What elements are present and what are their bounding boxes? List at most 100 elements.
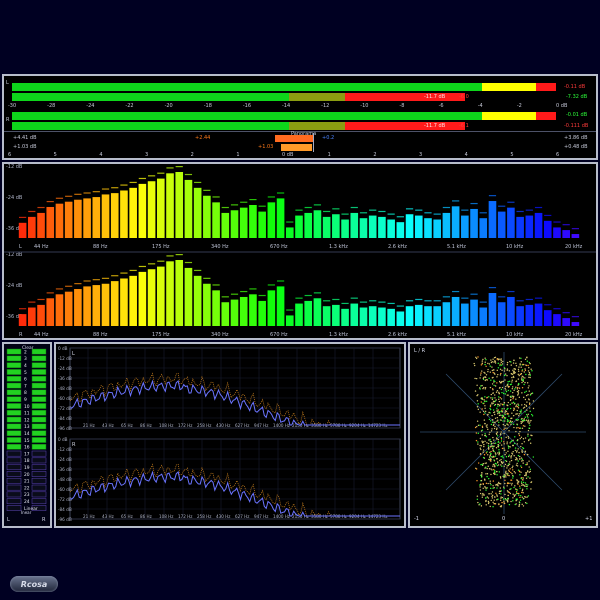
spectrum-bottom-bar [451,296,460,326]
balance-scale-label: 3 [145,152,149,158]
goniometer-point [506,394,508,396]
goniometer-point [493,459,495,461]
spectrum-bottom-bar [359,307,368,326]
goniometer-point [488,458,490,461]
spectrum-top-bar [110,193,119,238]
goniometer-point [512,469,514,471]
fft-freq-label: 172 Hz [178,423,192,428]
goniometer-point [528,390,530,392]
goniometer-point [504,393,507,395]
spectrum-top-bar [46,206,55,238]
goniometer-point [520,361,522,363]
goniometer-point [507,474,509,476]
spectrum-bottom-peak [433,300,441,302]
goniometer-point [520,477,523,480]
goniometer-point [511,373,514,376]
spectrum-top-bar [147,181,156,238]
spectrum-top-bar [267,202,276,238]
goniometer-point [524,437,527,439]
goniometer-point [521,491,523,494]
spectrum-bottom-peak [65,285,73,287]
goniometer-point [492,392,494,395]
goniometer-point [481,370,483,372]
goniometer-point [504,420,506,422]
goniometer-point [529,424,531,427]
goniometer-point [501,417,503,419]
goniometer-point [498,411,501,413]
goniometer-point [520,379,523,381]
spectrum-top-peak [194,181,202,184]
goniometer-point [499,499,502,501]
goniometer-point [512,497,514,499]
goniometer-point [499,442,501,444]
goniometer-point [511,482,513,485]
goniometer-point [490,430,493,432]
goniometer-point [492,450,494,452]
goniometer-point [488,477,490,480]
correlation-cell-right [31,443,47,450]
l-meter-yellow [482,83,536,91]
spectrum-bottom-bar [368,306,377,326]
goniometer-point [490,499,492,502]
goniometer-point [481,398,484,400]
goniometer-point [494,442,497,444]
goniometer-point [493,439,495,441]
balance-scale-label: 5 [510,152,514,158]
spectrum-top-bar [28,216,36,238]
spectrum-top-bar [479,218,488,238]
spectrum-top-bar [295,215,303,238]
spectrum-bottom-bar [276,286,285,326]
goniometer-point [521,427,524,429]
goniometer-point [491,403,493,405]
goniometer-point [485,452,488,454]
spectrum-bottom-peak [396,305,404,307]
goniometer-point [482,487,484,490]
goniometer-title: L / R [414,348,426,354]
goniometer-point [498,412,501,414]
spectrum-bottom-peak [562,312,570,314]
spectrum-bottom-bar [166,261,174,326]
balance-bar-top [275,135,314,142]
goniometer-point [520,481,523,483]
goniometer-point [501,462,504,465]
goniometer-point [517,368,520,371]
goniometer-point [513,426,515,429]
spectrum-top-bar [497,211,506,238]
goniometer-point [498,492,501,495]
goniometer-point [504,427,506,429]
goniometer-point [523,441,526,443]
goniometer-point [507,491,509,493]
goniometer-point [479,374,482,376]
spectrum-freq-label: 5.1 kHz [447,332,466,338]
balance-orange-label: +2.44 [195,135,211,141]
goniometer-point [497,412,499,415]
goniometer-point [505,390,508,393]
goniometer-point [495,453,497,455]
spectrum-chart: -12 dB-24 dB-36 dB44 Hz 88 Hz 175 Hz 340 Hz… [4,164,596,338]
spectrum-top-bar [553,227,561,238]
correlation-cell-left [6,409,22,416]
l-rms-green [12,93,289,101]
fft-freq-label: 86 Hz [140,423,152,428]
spectrum-top-peak [111,187,119,189]
goniometer-point [521,503,523,506]
goniometer-point [514,436,516,438]
spectrum-top-peak [157,172,165,174]
spectrum-bottom-bar [184,267,193,326]
goniometer-point [507,381,509,383]
goniometer-point [489,405,492,408]
goniometer-point [527,495,530,497]
goniometer-point [526,496,529,498]
goniometer-point [525,472,527,474]
goniometer-point [498,449,500,451]
goniometer-point [527,435,529,437]
goniometer-point [487,465,489,468]
goniometer-point [499,382,502,384]
goniometer-point [493,411,496,413]
spectrum-top-peak [276,192,285,194]
goniometer-point [509,407,512,410]
goniometer-point [516,409,518,412]
goniometer-point [531,415,534,417]
spectrum-bottom-bar [507,296,515,326]
goniometer-point [498,380,501,383]
